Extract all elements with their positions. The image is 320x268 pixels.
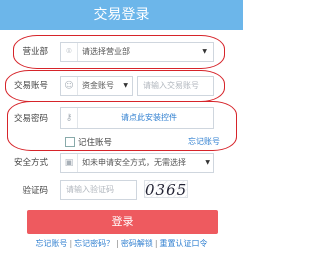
captcha-label: 验证码: [22, 186, 48, 196]
chevron-down-icon: ▼: [205, 159, 210, 166]
security-select[interactable]: ▣ 如未申请安全方式，无需选择 ▼: [60, 153, 214, 173]
footer-forgot-account-link[interactable]: 忘记账号: [35, 239, 67, 248]
footer-forgot-password-link[interactable]: 忘记密码？: [74, 239, 114, 248]
page-title: 交易登录: [0, 0, 243, 30]
footer-reset-auth-link[interactable]: 重置认证口令: [160, 239, 208, 248]
footer-links: 忘记账号 | 忘记密码？ | 密码解锁 | 重置认证口令: [0, 238, 243, 250]
security-label: 安全方式: [13, 158, 48, 168]
install-control-link[interactable]: 请点此安装控件: [121, 108, 177, 128]
login-button[interactable]: 登录: [27, 210, 218, 234]
account-label: 交易账号: [13, 81, 48, 91]
chevron-down-icon: ▼: [123, 82, 128, 89]
separator: |: [154, 239, 158, 248]
location-pin-icon: ⌾: [61, 43, 78, 61]
department-placeholder: 请选择营业部: [82, 47, 130, 56]
account-input-placeholder: 请输入交易账号: [143, 81, 199, 90]
chevron-down-icon: ▼: [202, 48, 207, 55]
department-select[interactable]: ⌾ 请选择营业部 ▼: [60, 42, 214, 62]
footer-password-unlock-link[interactable]: 密码解锁: [121, 239, 153, 248]
remember-label: 记住账号: [78, 138, 113, 148]
password-control[interactable]: ⚷ 请点此安装控件: [60, 107, 214, 129]
password-label: 交易密码: [13, 114, 48, 124]
captcha-placeholder: 请输入验证码: [66, 185, 114, 194]
remember-checkbox[interactable]: [65, 137, 75, 147]
lock-icon: ▣: [61, 154, 78, 172]
separator: |: [69, 239, 73, 248]
account-type-select[interactable]: ☺ 资金账号 ▼: [60, 76, 133, 96]
user-icon: ☺: [61, 77, 78, 95]
department-label: 营业部: [22, 47, 48, 57]
forgot-account-link[interactable]: 忘记账号: [188, 136, 220, 147]
key-icon: ⚷: [61, 108, 78, 128]
captcha-image[interactable]: 0365: [144, 180, 188, 198]
account-type-value: 资金账号: [82, 81, 114, 90]
security-value: 如未申请安全方式，无需选择: [82, 158, 186, 167]
captcha-input[interactable]: 请输入验证码: [60, 180, 137, 200]
account-input[interactable]: 请输入交易账号: [137, 76, 214, 96]
separator: |: [116, 239, 119, 248]
